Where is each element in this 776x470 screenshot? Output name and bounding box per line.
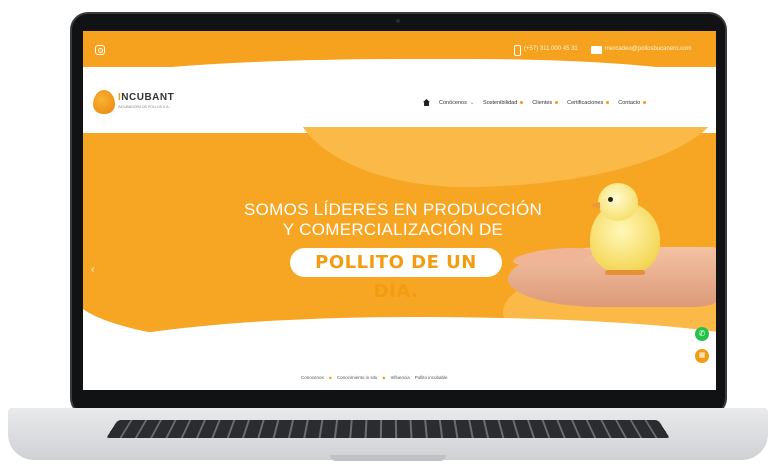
menu-dot-icon bbox=[555, 101, 559, 104]
bottom-links: Conocenos ◆ Conocimiento in situ ◆ Influ… bbox=[301, 375, 448, 380]
calendar-icon[interactable]: ▦ bbox=[695, 349, 709, 363]
nav-item-contacto[interactable]: Contacto bbox=[618, 100, 647, 106]
laptop-notch bbox=[330, 455, 446, 461]
bottom-link[interactable]: Pollito incubable bbox=[415, 375, 448, 380]
bottom-link[interactable]: Influencia bbox=[390, 375, 409, 380]
chick-feet bbox=[605, 270, 645, 275]
logo-egg-icon[interactable] bbox=[93, 90, 115, 114]
bottom-link[interactable]: Conocimiento in situ bbox=[337, 375, 378, 380]
chick-beak bbox=[590, 202, 600, 209]
keyboard bbox=[106, 420, 670, 439]
hero-highlight-pill: POLLITO DE UN DÍA. bbox=[290, 248, 502, 302]
slider-prev-arrow-icon[interactable]: ‹ bbox=[91, 264, 94, 275]
chick-eye bbox=[608, 197, 613, 202]
chevron-down-icon: ⌄ bbox=[469, 99, 475, 106]
bottom-link[interactable]: Conocenos bbox=[301, 375, 324, 380]
email-address[interactable]: mercadeo@pollosbucanero.com bbox=[605, 46, 691, 52]
brand-logo[interactable]: INCUBANT bbox=[118, 92, 174, 103]
phone-number[interactable]: (+57) 311 000 45 31 bbox=[524, 46, 578, 52]
nav-item-sostenibilidad[interactable]: Sostenibilidad bbox=[483, 100, 524, 106]
whatsapp-icon[interactable]: ✆ bbox=[695, 327, 709, 341]
phone-icon bbox=[514, 45, 521, 56]
hero-banner: SOMOS LÍDERES EN PRODUCCIÓN Y COMERCIALI… bbox=[83, 127, 716, 390]
brand-tagline: INCUBADORA DE POLLOS S.A. bbox=[118, 105, 170, 109]
mail-icon bbox=[591, 46, 602, 54]
main-navbar: INCUBANT INCUBADORA DE POLLOS S.A. Conóc… bbox=[83, 79, 716, 127]
menu-dot-icon bbox=[520, 101, 524, 104]
laptop-screen: (+57) 311 000 45 31 mercadeo@pollosbucan… bbox=[83, 31, 716, 390]
hero-headline: SOMOS LÍDERES EN PRODUCCIÓN Y COMERCIALI… bbox=[243, 200, 543, 239]
nav-menu: Conócenos ⌄ Sostenibilidad Clientes Certi… bbox=[423, 99, 647, 106]
webcam bbox=[396, 19, 400, 23]
menu-dot-icon bbox=[643, 101, 647, 104]
home-icon[interactable] bbox=[423, 99, 430, 106]
menu-dot-icon bbox=[606, 101, 610, 104]
instagram-icon[interactable] bbox=[95, 45, 105, 55]
nav-item-clientes[interactable]: Clientes bbox=[532, 100, 559, 106]
nav-item-conocenos[interactable]: Conócenos ⌄ bbox=[439, 100, 474, 106]
nav-item-certificaciones[interactable]: Certificaciones bbox=[567, 100, 610, 106]
chick-head-image bbox=[598, 183, 638, 221]
